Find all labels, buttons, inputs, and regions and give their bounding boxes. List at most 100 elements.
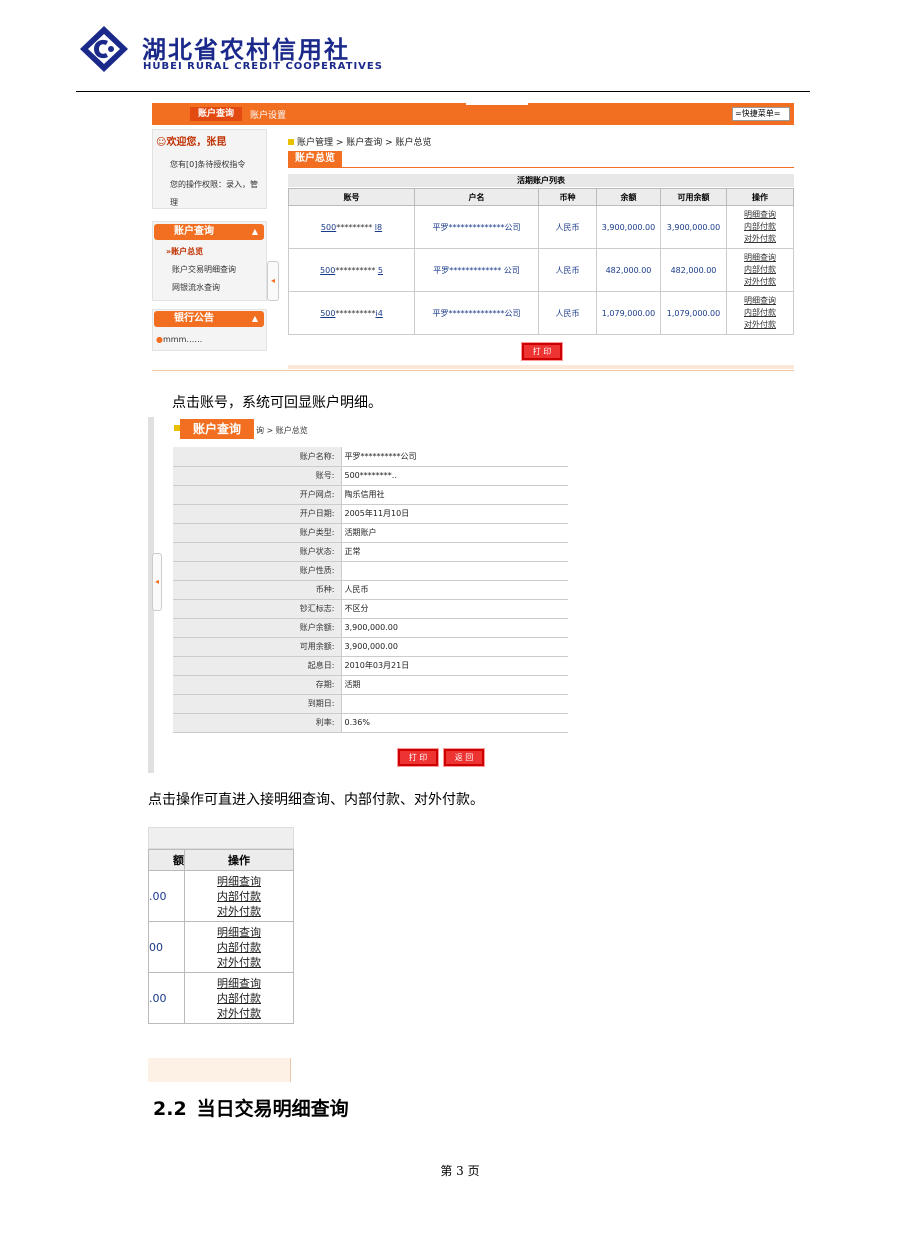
field-value: 不区分 (341, 599, 568, 619)
currency: 人民币 (538, 248, 597, 292)
ops-cell: 明细查询 内部付款 对外付款 (184, 870, 294, 922)
external-payment-link[interactable]: 对外付款 (727, 276, 793, 288)
detail-query-link[interactable]: 明细查询 (185, 874, 293, 889)
section-title: 当日交易明细查询 (196, 1098, 349, 1120)
print-button[interactable]: 打 印 (397, 748, 439, 767)
detail-row: 币种: 人民币 (173, 580, 568, 600)
breadcrumb: 账户管理 > 账户查询 > 账户总览 (288, 135, 432, 148)
external-payment-link[interactable]: 对外付款 (185, 904, 293, 919)
account-name-link[interactable]: 平罗**************公司 (414, 205, 539, 249)
field-value (341, 561, 568, 581)
field-value: 人民币 (341, 580, 568, 600)
account-name-link[interactable]: 平罗**************公司 (414, 291, 539, 335)
operations-zoom-screenshot: 额 操作 .00 明细查询 内部付款 对外付款 00 明细查询 内部付款 对外付… (148, 827, 294, 1025)
field-value: 活期 (341, 675, 568, 695)
col-account: 账号 (288, 188, 415, 206)
detail-query-link[interactable]: 明细查询 (727, 295, 793, 307)
col-currency: 币种 (538, 188, 597, 206)
account-number-link[interactable]: 500********** 5 (288, 248, 415, 292)
internal-payment-link[interactable]: 内部付款 (727, 307, 793, 319)
tab-account-query[interactable]: 账户查询 (180, 419, 254, 439)
menu-item-overview[interactable]: »账户总览 (166, 246, 203, 257)
internal-payment-link[interactable]: 内部付款 (185, 991, 293, 1006)
account-number-link[interactable]: 500**********i4 (288, 291, 415, 335)
notice-item[interactable]: ●mmm…… (156, 335, 202, 344)
field-label: 可用余额: (173, 637, 342, 657)
field-label: 起息日: (173, 656, 342, 676)
quick-menu-select[interactable]: =快捷菜单= (732, 107, 790, 121)
field-value: 0.36% (341, 713, 568, 733)
field-label: 账户状态: (173, 542, 342, 562)
menu-item-flow[interactable]: 网银流水查询 (172, 282, 220, 293)
instruction-paragraph-1: 点击账号，系统可回显账户明细。 (172, 395, 382, 411)
col-balance-partial: 额 (148, 849, 185, 871)
pending-text: 您有[0]条待授权指令 (170, 160, 246, 169)
external-payment-link[interactable]: 对外付款 (185, 955, 293, 970)
account-overview-screenshot: 账户查询 账户设置 =快捷菜单= ☺欢迎您，张昆 您有[0]条待授权指令 您的操… (152, 102, 794, 371)
ops-cell: 明细查询 内部付款 对外付款 (184, 972, 294, 1024)
internal-payment-link[interactable]: 内部付款 (185, 889, 293, 904)
detail-query-link[interactable]: 明细查询 (185, 925, 293, 940)
account-number-link[interactable]: 500********* l8 (288, 205, 415, 249)
table-header: 账号 户名 币种 余额 可用余额 操作 (288, 188, 794, 206)
col-ops: 操作 (726, 188, 794, 206)
ops-cell: 明细查询 内部付款 对外付款 (184, 921, 294, 973)
section-heading: 2.2 当日交易明细查询 (153, 1094, 349, 1121)
col-ops: 操作 (184, 849, 294, 871)
field-value: 3,900,000.00 (341, 618, 568, 638)
col-name: 户名 (414, 188, 539, 206)
balance: 3,900,000.00 (596, 205, 661, 249)
detail-query-link[interactable]: 明细查询 (727, 209, 793, 221)
sidebar-toggle-handle[interactable]: ◂ (267, 261, 279, 301)
table-header: 额 操作 (148, 849, 294, 871)
user-icon: ☺ (156, 137, 167, 148)
field-label: 到期日: (173, 694, 342, 714)
detail-row: 开户日期: 2005年11月10日 (173, 504, 568, 524)
field-value: 3,900,000.00 (341, 637, 568, 657)
sidebar-toggle-handle[interactable]: ◂ (152, 553, 162, 611)
table-row: 500********** 5 平罗************* 公司 人民币 4… (288, 248, 794, 292)
external-payment-link[interactable]: 对外付款 (185, 1006, 293, 1021)
field-label: 账户名称: (173, 447, 342, 467)
nav-tab-account-settings[interactable]: 账户设置 (250, 108, 286, 121)
account-name-link[interactable]: 平罗************* 公司 (414, 248, 539, 292)
menu-head-account-query[interactable]: 账户查询 ▲ (154, 224, 264, 240)
table-row: 500**********i4 平罗**************公司 人民币 1… (288, 291, 794, 335)
external-payment-link[interactable]: 对外付款 (727, 233, 793, 245)
field-value: 正常 (341, 542, 568, 562)
field-label: 钞汇标志: (173, 599, 342, 619)
available-balance: 3,900,000.00 (660, 205, 727, 249)
detail-row: 起息日: 2010年03月21日 (173, 656, 568, 676)
list-title: 活期账户列表 (288, 174, 794, 187)
menu-item-transactions[interactable]: 账户交易明细查询 (172, 264, 236, 275)
external-payment-link[interactable]: 对外付款 (727, 319, 793, 331)
back-button[interactable]: 返 回 (443, 748, 485, 767)
nav-tab-account-query[interactable]: 账户查询 (190, 107, 242, 121)
table-row: 500********* l8 平罗**************公司 人民币 3… (288, 205, 794, 249)
internal-payment-link[interactable]: 内部付款 (727, 264, 793, 276)
balance: 482,000.00 (596, 248, 661, 292)
collapse-icon: ▲ (251, 314, 258, 323)
detail-query-link[interactable]: 明细查询 (727, 252, 793, 264)
field-label: 账号: (173, 466, 342, 486)
org-name-en: HUBEI RURAL CREDIT COOPERATIVES (143, 61, 383, 72)
tab-account-overview[interactable]: 账户总览 (288, 151, 342, 167)
col-balance: 余额 (596, 188, 661, 206)
field-value: 平罗**********公司 (341, 447, 568, 467)
detail-row: 可用余额: 3,900,000.00 (173, 637, 568, 657)
footer-strip (288, 365, 794, 369)
permission-text: 您的操作权限：录入，管 (170, 180, 258, 189)
field-value: 2005年11月10日 (341, 504, 568, 524)
field-label: 利率: (173, 713, 342, 733)
field-label: 存期: (173, 675, 342, 695)
field-value (341, 694, 568, 714)
ops-cell: 明细查询 内部付款 对外付款 (726, 291, 794, 335)
top-nav-bar: 账户查询 账户设置 =快捷菜单= (152, 102, 794, 125)
col-available: 可用余额 (660, 188, 727, 206)
detail-query-link[interactable]: 明细查询 (185, 976, 293, 991)
internal-payment-link[interactable]: 内部付款 (185, 940, 293, 955)
menu-head-notice[interactable]: 银行公告 ▲ (154, 311, 264, 327)
print-button[interactable]: 打 印 (521, 342, 563, 361)
table-row: .00 明细查询 内部付款 对外付款 (148, 972, 294, 1024)
internal-payment-link[interactable]: 内部付款 (727, 221, 793, 233)
